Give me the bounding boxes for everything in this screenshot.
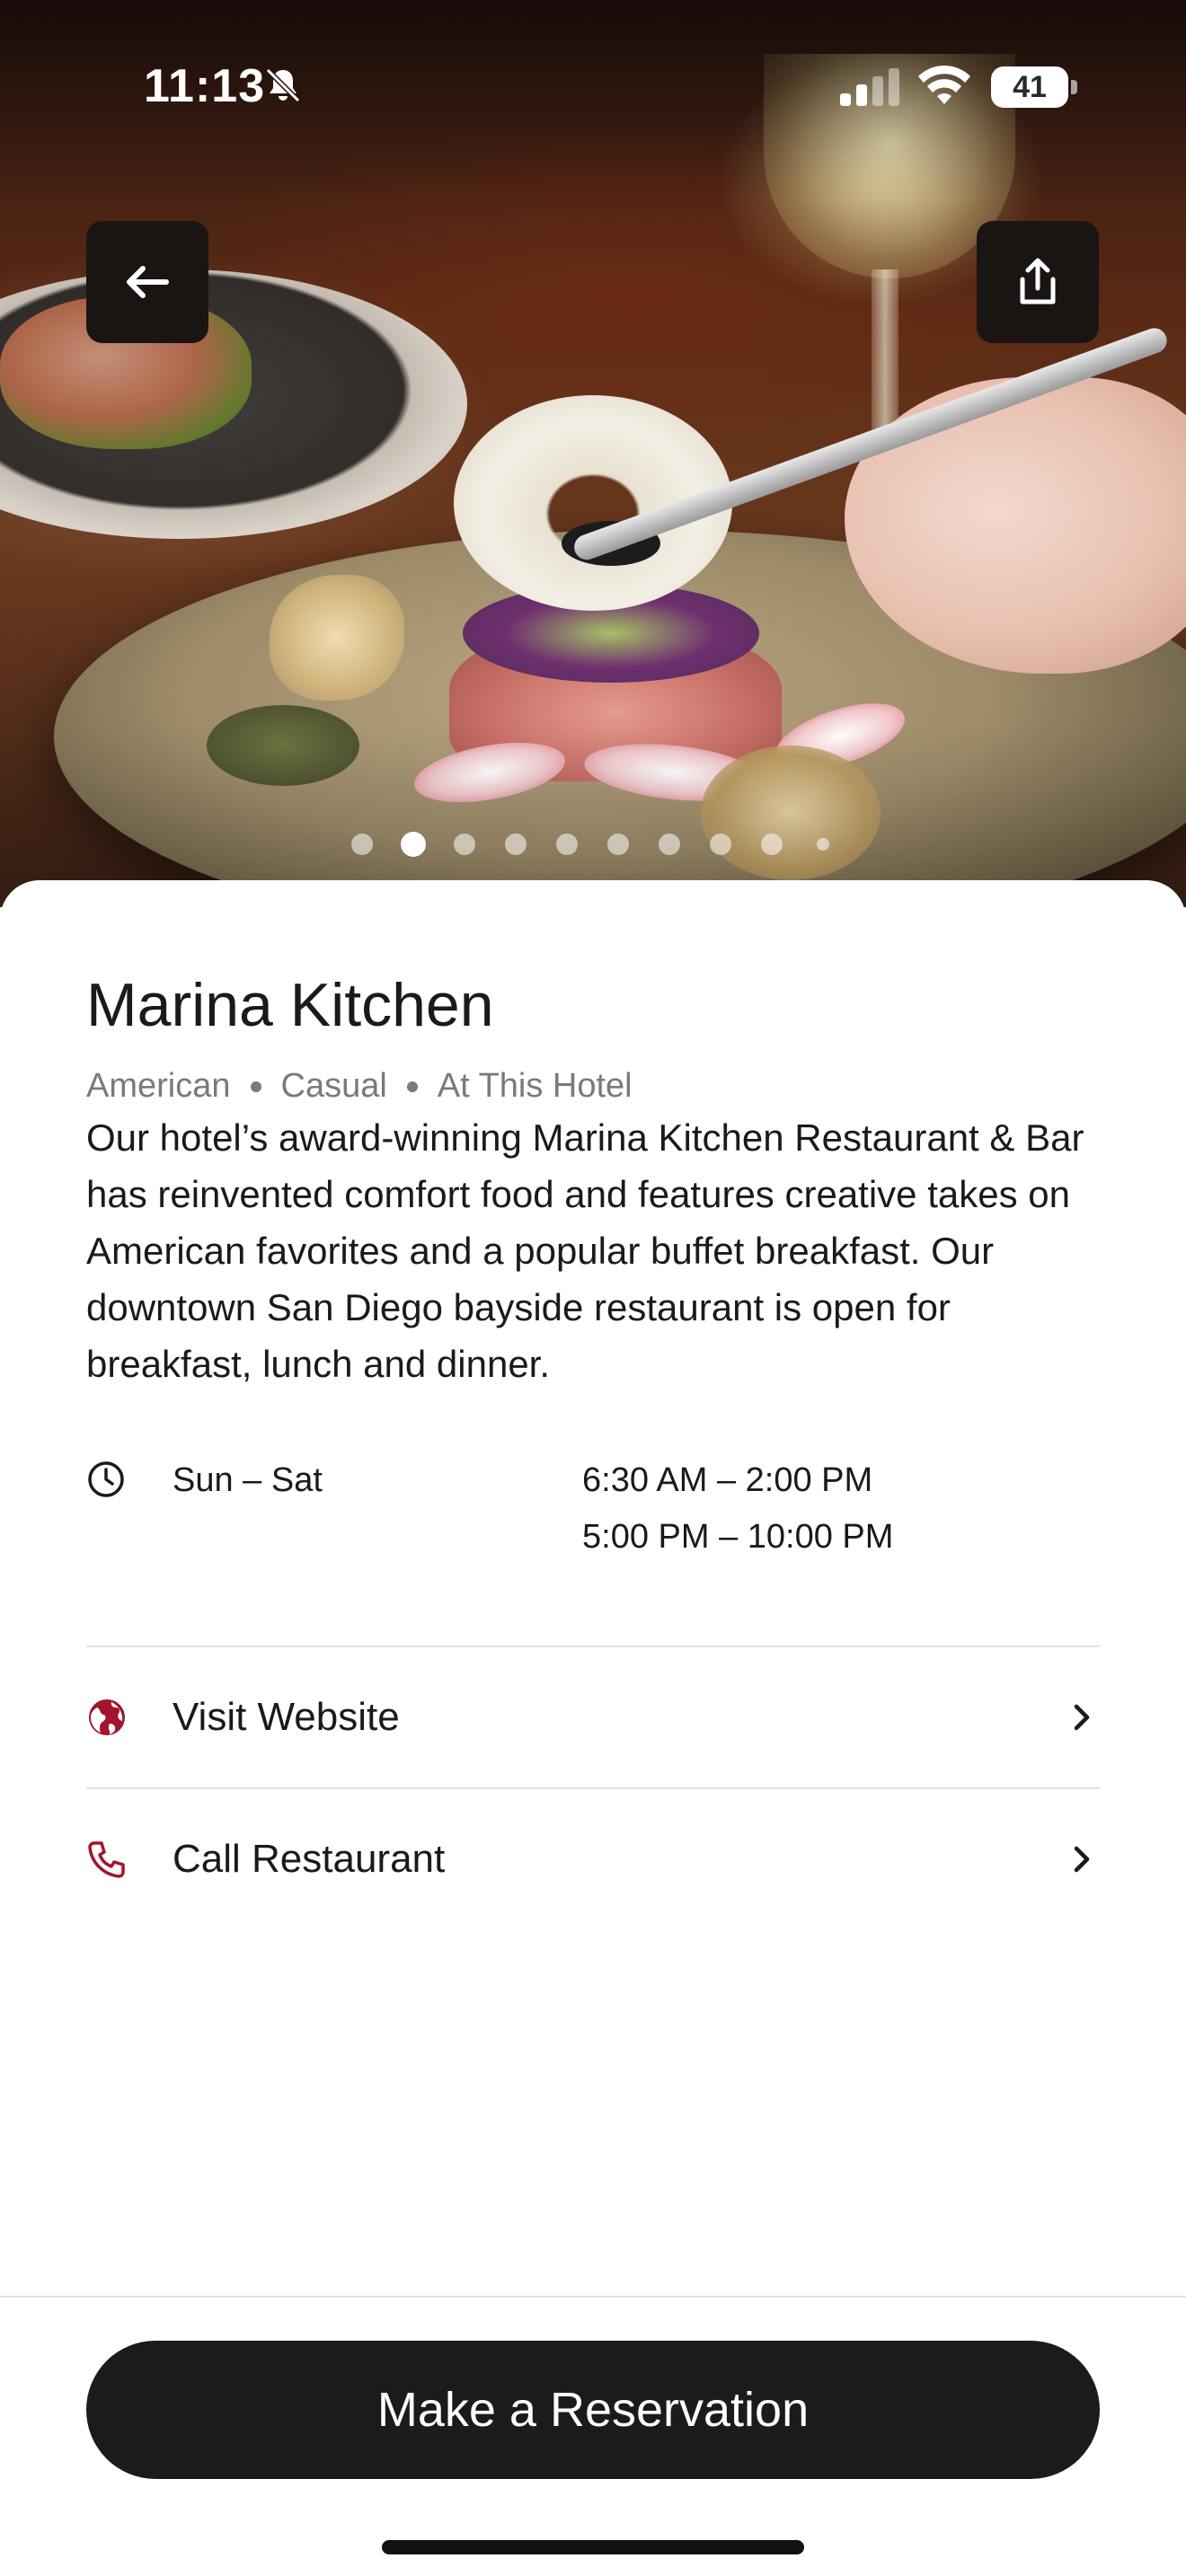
share-icon — [1020, 258, 1056, 304]
share-button[interactable] — [977, 221, 1099, 343]
chevron-right-icon — [1074, 1704, 1090, 1731]
carousel-dot[interactable] — [351, 834, 373, 855]
signal-icon — [840, 68, 899, 106]
battery-indicator: 41 — [991, 66, 1077, 108]
hours-days: Sun – Sat — [173, 1461, 323, 1499]
restaurant-name: Marina Kitchen — [86, 971, 494, 1039]
tag-separator — [250, 1081, 261, 1092]
wifi-icon — [918, 65, 970, 104]
phone-icon — [88, 1841, 125, 1878]
tag-style: Casual — [280, 1067, 387, 1105]
carousel-dot[interactable] — [659, 834, 680, 855]
visit-website-row[interactable]: Visit Website — [86, 1647, 1100, 1787]
battery-cap — [1071, 80, 1077, 94]
clock-icon — [88, 1461, 124, 1497]
make-reservation-button[interactable]: Make a Reservation — [86, 2341, 1100, 2479]
tag-separator — [406, 1081, 418, 1092]
hero-vignette — [0, 0, 1186, 907]
back-button[interactable] — [86, 221, 208, 343]
status-time: 11:13 — [144, 60, 266, 112]
bell-slash-icon — [265, 67, 301, 103]
hours-slot: 5:00 PM – 10:00 PM — [582, 1518, 894, 1556]
bottom-bar-divider — [0, 2296, 1186, 2298]
tag-location: At This Hotel — [437, 1067, 633, 1105]
call-restaurant-row[interactable]: Call Restaurant — [86, 1789, 1100, 1929]
carousel-dot-active[interactable] — [401, 832, 426, 857]
arrow-left-icon — [127, 266, 169, 298]
chevron-right-icon — [1074, 1846, 1090, 1873]
visit-website-label: Visit Website — [173, 1695, 400, 1739]
carousel-dots[interactable] — [0, 832, 1186, 859]
carousel-dot[interactable] — [454, 834, 475, 855]
battery-level: 41 — [991, 66, 1068, 108]
globe-icon — [89, 1699, 125, 1735]
hero-photo[interactable] — [0, 0, 1186, 907]
carousel-dot[interactable] — [817, 838, 829, 851]
carousel-dot[interactable] — [607, 834, 629, 855]
restaurant-description: Our hotel’s award-winning Marina Kitchen… — [86, 1116, 1084, 1385]
restaurant-tags: American Casual At This Hotel — [86, 1067, 633, 1106]
carousel-dot[interactable] — [710, 834, 731, 855]
hours-slot: 6:30 AM – 2:00 PM — [582, 1461, 873, 1499]
carousel-dot[interactable] — [761, 834, 783, 855]
home-indicator[interactable] — [382, 2540, 804, 2554]
tag-cuisine: American — [86, 1067, 231, 1105]
carousel-dot[interactable] — [505, 834, 527, 855]
carousel-dot[interactable] — [556, 834, 578, 855]
call-restaurant-label: Call Restaurant — [173, 1837, 446, 1881]
